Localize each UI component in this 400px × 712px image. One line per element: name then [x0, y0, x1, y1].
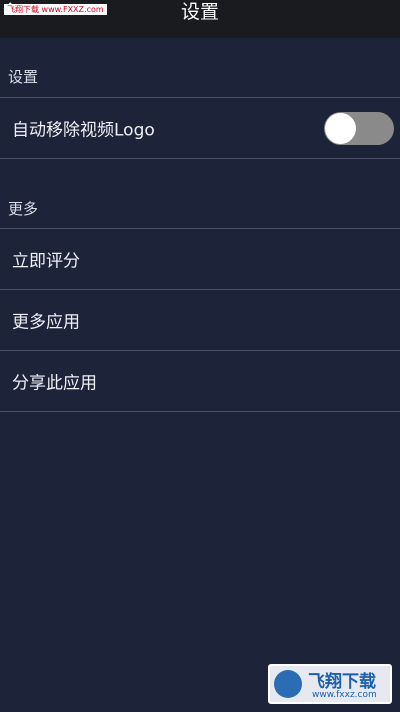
section-header-settings: 设置: [0, 60, 400, 90]
divider: [0, 411, 400, 412]
watermark-logo: 飞翔下载 www.fxxz.com: [268, 664, 392, 704]
setting-label: 自动移除视频Logo: [12, 120, 155, 141]
menu-item-more-apps[interactable]: 更多应用: [0, 290, 400, 350]
watermark-domain: www.fxxz.com: [312, 690, 377, 700]
menu-item-label: 分享此应用: [12, 373, 97, 394]
menu-item-label: 立即评分: [12, 251, 80, 272]
section-title: 设置: [8, 68, 39, 86]
menu-item-rate-now[interactable]: 立即评分: [0, 229, 400, 289]
auto-remove-logo-toggle[interactable]: [324, 112, 394, 145]
title-bar: 飞翔下载 www.FXXZ.com 设置: [0, 0, 400, 38]
divider: [0, 158, 400, 159]
section-header-more: 更多: [0, 192, 400, 222]
menu-item-label: 更多应用: [12, 312, 80, 333]
section-title: 更多: [8, 200, 39, 218]
menu-item-share-app[interactable]: 分享此应用: [0, 351, 400, 411]
toggle-knob: [325, 113, 356, 144]
setting-row-auto-remove-logo[interactable]: 自动移除视频Logo: [0, 98, 400, 158]
watermark-brand: 飞翔下载: [308, 672, 376, 692]
logo-icon: [274, 670, 302, 698]
page-title: 设置: [180, 1, 219, 23]
